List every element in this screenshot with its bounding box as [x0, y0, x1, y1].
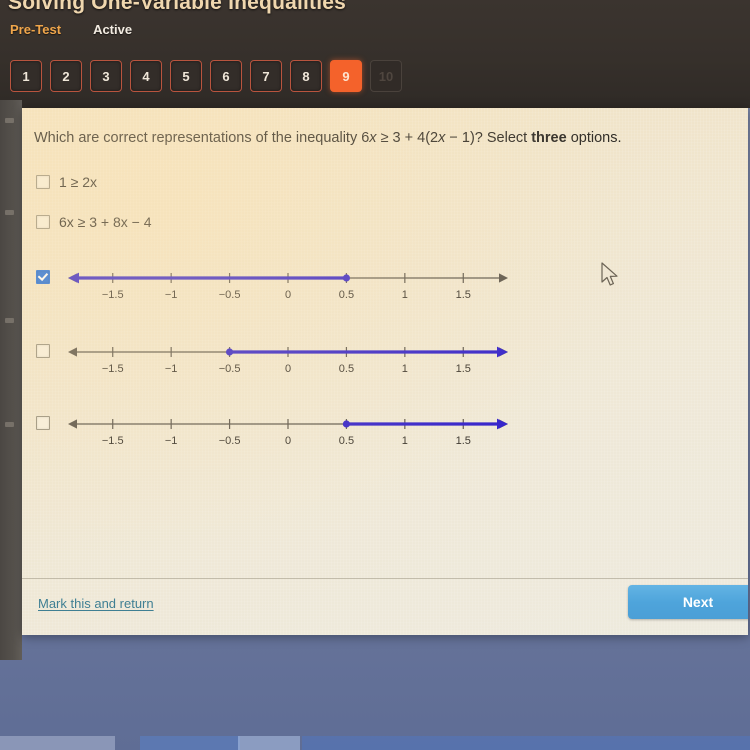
svg-text:0.5: 0.5 — [339, 435, 354, 447]
option-1-checkbox[interactable] — [36, 175, 50, 189]
question-number-9[interactable]: 9 — [330, 60, 362, 92]
next-button[interactable]: Next — [628, 585, 748, 619]
question-card: Which are correct representations of the… — [22, 108, 748, 635]
screen-backdrop: Solving One-Variable Inequalities Pre-Te… — [0, 0, 750, 750]
option-5-checkbox[interactable] — [36, 416, 50, 430]
footer-divider — [22, 578, 748, 579]
question-text: Which are correct representations of the… — [34, 130, 742, 147]
question-number-5[interactable]: 5 — [170, 60, 202, 92]
question-tail: options. — [566, 130, 622, 146]
question-prefix: Which are correct representations of the… — [34, 130, 370, 146]
question-number-2[interactable]: 2 — [50, 60, 82, 92]
question-number-1[interactable]: 1 — [10, 60, 42, 92]
svg-text:−1.5: −1.5 — [102, 289, 124, 301]
svg-text:−0.5: −0.5 — [219, 363, 241, 375]
left-rail — [0, 100, 22, 660]
page-title: Solving One-Variable Inequalities — [8, 0, 347, 14]
svg-text:1: 1 — [402, 435, 408, 447]
svg-text:0: 0 — [285, 363, 291, 375]
question-number-7[interactable]: 7 — [250, 60, 282, 92]
option-row-2[interactable]: 6x ≥ 3 + 8x − 4 — [36, 214, 152, 230]
option-row-4[interactable]: −1.5 −1 −0.5 0 0.5 1 1.5 — [36, 334, 526, 380]
option-row-1[interactable]: 1 ≥ 2x — [36, 174, 97, 190]
option-2-checkbox[interactable] — [36, 215, 50, 229]
option-4-number-line: −1.5 −1 −0.5 0 0.5 1 1.5 — [58, 334, 518, 385]
svg-text:−1: −1 — [165, 435, 178, 447]
option-1-label: 1 ≥ 2x — [59, 174, 98, 190]
svg-text:−1.5: −1.5 — [102, 363, 124, 375]
svg-text:0.5: 0.5 — [339, 363, 354, 375]
option-3-checkbox[interactable] — [36, 270, 50, 284]
mouse-cursor — [601, 262, 618, 286]
option-2-label: 6x ≥ 3 + 8x − 4 — [59, 214, 152, 230]
svg-text:−1: −1 — [165, 289, 178, 301]
tab-pre-test[interactable]: Pre-Test — [10, 22, 61, 37]
question-number-nav: 1 2 3 4 5 6 7 8 9 10 — [10, 60, 402, 92]
option-5-number-line: −1.5 −1 −0.5 0 0.5 1 1.5 — [58, 406, 518, 457]
mark-this-and-return-link[interactable]: Mark this and return — [38, 596, 154, 611]
question-number-6[interactable]: 6 — [210, 60, 242, 92]
tab-active[interactable]: Active — [93, 22, 132, 37]
question-number-8[interactable]: 8 — [290, 60, 322, 92]
svg-text:1.5: 1.5 — [456, 435, 471, 447]
option-row-3[interactable]: −1.5 −1 −0.5 0 0.5 1 1.5 — [36, 260, 526, 306]
svg-text:1: 1 — [402, 289, 408, 301]
question-mid: ≥ 3 + 4(2 — [376, 130, 439, 146]
option-row-5[interactable]: −1.5 −1 −0.5 0 0.5 1 1.5 — [36, 406, 526, 452]
svg-text:−1: −1 — [165, 363, 178, 375]
svg-text:1: 1 — [402, 363, 408, 375]
svg-text:−0.5: −0.5 — [219, 435, 241, 447]
question-suffix: − 1)? Select — [445, 130, 532, 146]
svg-text:0: 0 — [285, 435, 291, 447]
svg-text:1.5: 1.5 — [456, 289, 471, 301]
svg-text:1.5: 1.5 — [456, 363, 471, 375]
option-4-checkbox[interactable] — [36, 344, 50, 358]
svg-text:0: 0 — [285, 289, 291, 301]
option-3-number-line: −1.5 −1 −0.5 0 0.5 1 1.5 — [58, 260, 518, 311]
question-number-10[interactable]: 10 — [370, 60, 402, 92]
question-var-1: x — [369, 130, 377, 146]
question-number-4[interactable]: 4 — [130, 60, 162, 92]
svg-text:0.5: 0.5 — [339, 289, 354, 301]
svg-text:−0.5: −0.5 — [219, 289, 241, 301]
svg-text:−1.5: −1.5 — [102, 435, 124, 447]
question-number-3[interactable]: 3 — [90, 60, 122, 92]
question-emphasis: three — [531, 130, 567, 146]
header-tabs: Pre-Test Active — [10, 22, 132, 37]
